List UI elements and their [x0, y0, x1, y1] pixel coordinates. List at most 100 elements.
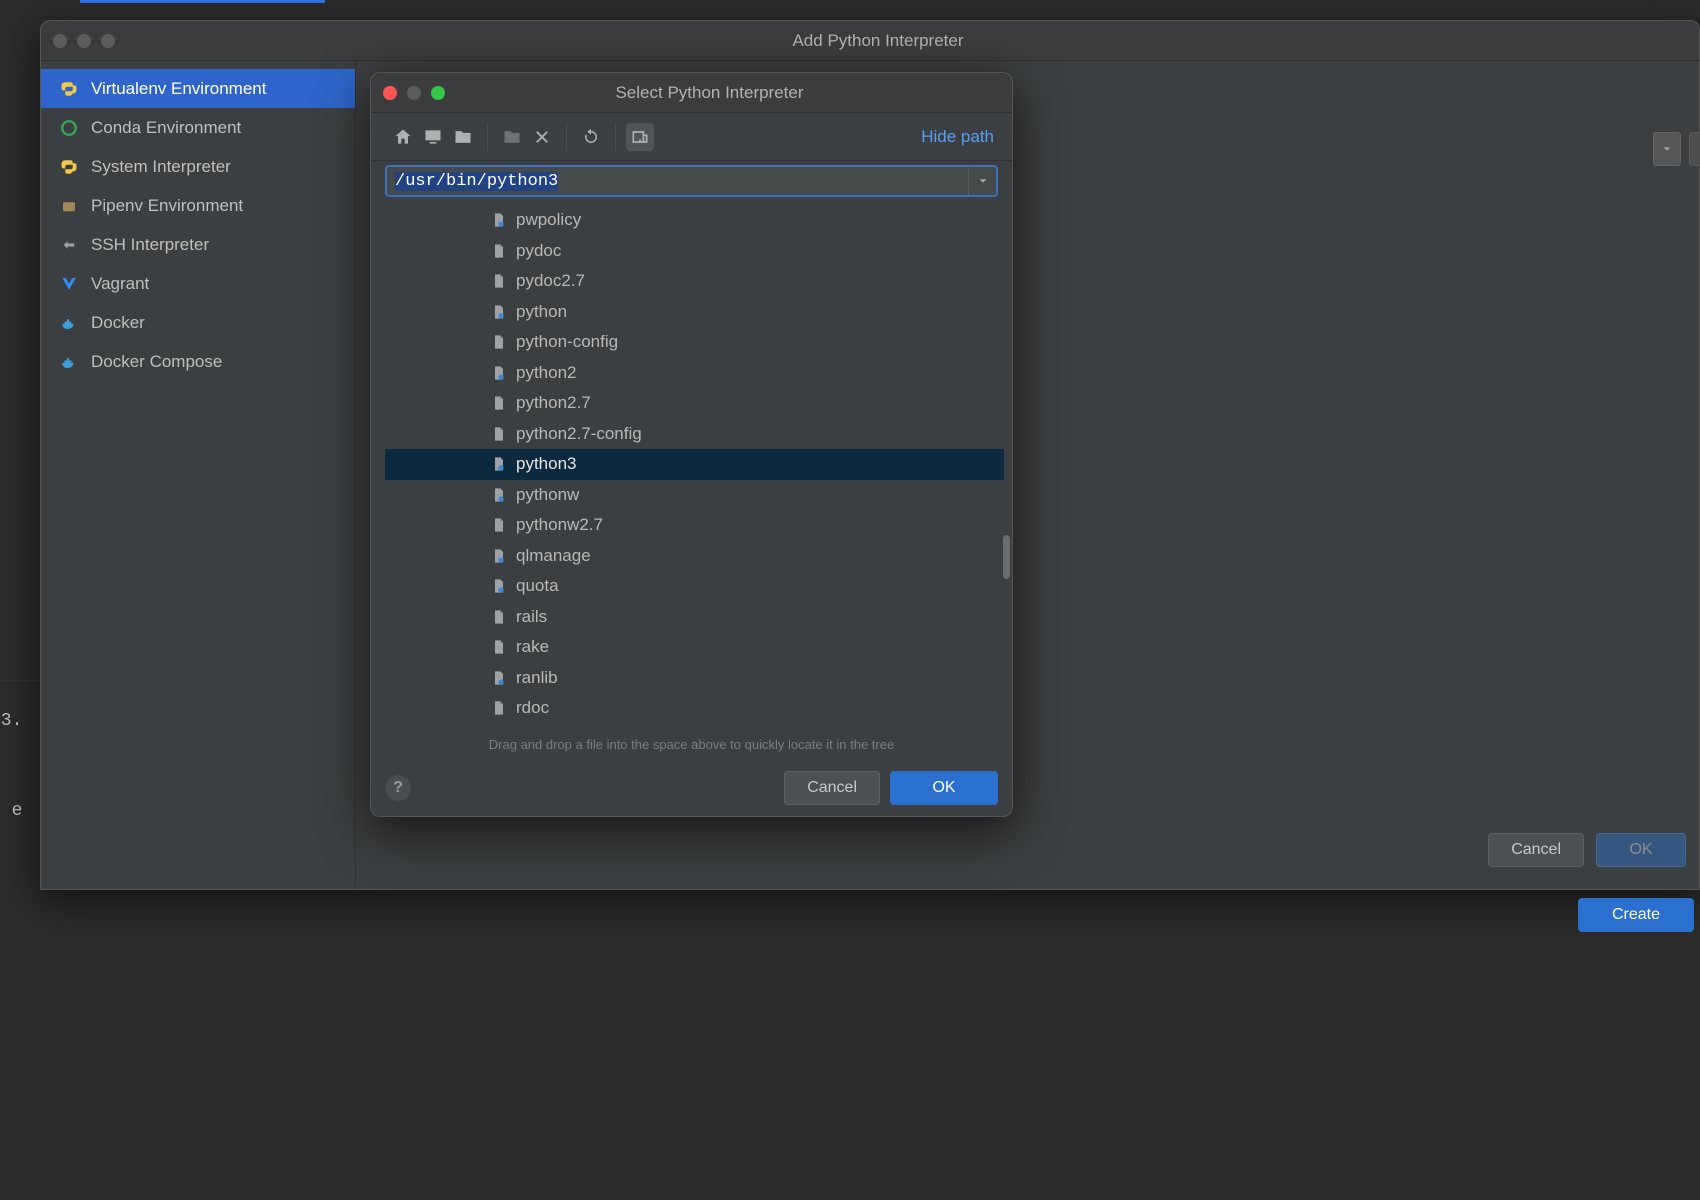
docker-icon [59, 313, 79, 333]
file-row[interactable]: python2.7 [385, 388, 1004, 419]
vagrant-icon [59, 274, 79, 294]
file-row[interactable]: pythonw2.7 [385, 510, 1004, 541]
home-icon[interactable] [389, 123, 417, 151]
file-icon [490, 425, 508, 443]
file-row[interactable]: qlmanage [385, 541, 1004, 572]
file-exec-icon [490, 364, 508, 382]
path-history-dropdown[interactable] [968, 167, 996, 195]
sidebar-item-conda-environment[interactable]: Conda Environment [41, 108, 355, 147]
file-name: python2.7 [516, 393, 591, 413]
file-row[interactable]: pythonw [385, 480, 1004, 511]
sidebar-item-docker[interactable]: Docker [41, 303, 355, 342]
modal-footer: ? Cancel OK [371, 760, 1012, 816]
base-interpreter-dropdown[interactable] [1653, 132, 1681, 166]
top-progress-bar [80, 0, 325, 3]
file-exec-icon [490, 211, 508, 229]
file-name: pythonw2.7 [516, 515, 603, 535]
file-row[interactable]: python2 [385, 358, 1004, 389]
sidebar-item-virtualenv-environment[interactable]: Virtualenv Environment [41, 69, 355, 108]
drag-drop-hint: Drag and drop a file into the space abov… [371, 733, 1012, 760]
sidebar-item-label: Vagrant [91, 274, 149, 294]
file-exec-icon [490, 303, 508, 321]
cancel-button[interactable]: Cancel [1488, 833, 1584, 867]
terminal-fragment: n3. h e [0, 680, 40, 880]
ok-button[interactable]: OK [890, 771, 998, 805]
file-row[interactable]: rake [385, 632, 1004, 663]
file-icon [490, 608, 508, 626]
docker-compose-icon [59, 352, 79, 372]
file-row[interactable]: python [385, 297, 1004, 328]
file-row[interactable]: ranlib [385, 663, 1004, 694]
browse-button[interactable] [1689, 132, 1700, 166]
file-name: quota [516, 576, 559, 596]
file-name: pydoc [516, 241, 561, 261]
file-icon [490, 516, 508, 534]
file-row[interactable]: python-config [385, 327, 1004, 358]
path-input[interactable] [387, 167, 968, 195]
sidebar-item-system-interpreter[interactable]: System Interpreter [41, 147, 355, 186]
file-row[interactable]: rdoc [385, 693, 1004, 724]
file-icon [490, 699, 508, 717]
file-exec-icon [490, 455, 508, 473]
file-row[interactable]: quota [385, 571, 1004, 602]
cancel-button[interactable]: Cancel [784, 771, 880, 805]
sidebar-item-label: System Interpreter [91, 157, 231, 177]
file-icon [490, 333, 508, 351]
show-hidden-icon[interactable] [626, 123, 654, 151]
modal-title: Select Python Interpreter [419, 73, 1000, 113]
file-row[interactable]: pwpolicy [385, 205, 1004, 236]
delete-icon[interactable] [528, 123, 556, 151]
sidebar-item-docker-compose[interactable]: Docker Compose [41, 342, 355, 381]
file-exec-icon [490, 577, 508, 595]
conda-icon [59, 118, 79, 138]
pipenv-icon [59, 196, 79, 216]
file-exec-icon [490, 547, 508, 565]
sidebar-item-label: SSH Interpreter [91, 235, 209, 255]
hide-path-link[interactable]: Hide path [921, 127, 994, 147]
file-row[interactable]: python2.7-config [385, 419, 1004, 450]
file-name: pydoc2.7 [516, 271, 585, 291]
python-icon [59, 157, 79, 177]
titlebar[interactable]: Select Python Interpreter [371, 73, 1012, 113]
path-input-wrap [385, 165, 998, 197]
file-name: python-config [516, 332, 618, 352]
file-chooser-toolbar: Hide path [371, 113, 1012, 161]
file-name: qlmanage [516, 546, 591, 566]
file-tree[interactable]: pwpolicy pydoc pydoc2.7 python python-config… [371, 205, 1012, 733]
file-row[interactable]: pydoc [385, 236, 1004, 267]
desktop-icon[interactable] [419, 123, 447, 151]
close-icon[interactable] [53, 34, 67, 48]
refresh-icon[interactable] [577, 123, 605, 151]
project-footer: Create [40, 885, 1700, 945]
help-icon[interactable]: ? [385, 775, 411, 801]
window-title: Add Python Interpreter [69, 21, 1687, 61]
file-name: rake [516, 637, 549, 657]
python-v-icon [59, 79, 79, 99]
sidebar-item-label: Virtualenv Environment [91, 79, 266, 99]
sidebar-item-label: Pipenv Environment [91, 196, 243, 216]
add-window-footer: Cancel OK [40, 820, 1700, 880]
create-button[interactable]: Create [1578, 898, 1694, 932]
file-row[interactable]: rails [385, 602, 1004, 633]
ssh-icon [59, 235, 79, 255]
scrollbar-thumb[interactable] [1003, 535, 1010, 579]
sidebar-item-vagrant[interactable]: Vagrant [41, 264, 355, 303]
file-icon [490, 638, 508, 656]
sidebar-item-label: Docker [91, 313, 145, 333]
sidebar-item-ssh-interpreter[interactable]: SSH Interpreter [41, 225, 355, 264]
select-interpreter-modal: Select Python Interpreter Hide path pwpo… [370, 72, 1013, 817]
file-row[interactable]: python3 [385, 449, 1004, 480]
file-row[interactable]: pydoc2.7 [385, 266, 1004, 297]
file-exec-icon [490, 669, 508, 687]
file-name: pwpolicy [516, 210, 581, 230]
file-icon [490, 394, 508, 412]
titlebar[interactable]: Add Python Interpreter [41, 21, 1699, 61]
project-folder-icon[interactable] [449, 123, 477, 151]
file-exec-icon [490, 486, 508, 504]
close-icon[interactable] [383, 86, 397, 100]
sidebar-item-pipenv-environment[interactable]: Pipenv Environment [41, 186, 355, 225]
file-icon [490, 272, 508, 290]
file-icon [490, 242, 508, 260]
file-name: python2 [516, 363, 577, 383]
ok-button[interactable]: OK [1596, 833, 1686, 867]
